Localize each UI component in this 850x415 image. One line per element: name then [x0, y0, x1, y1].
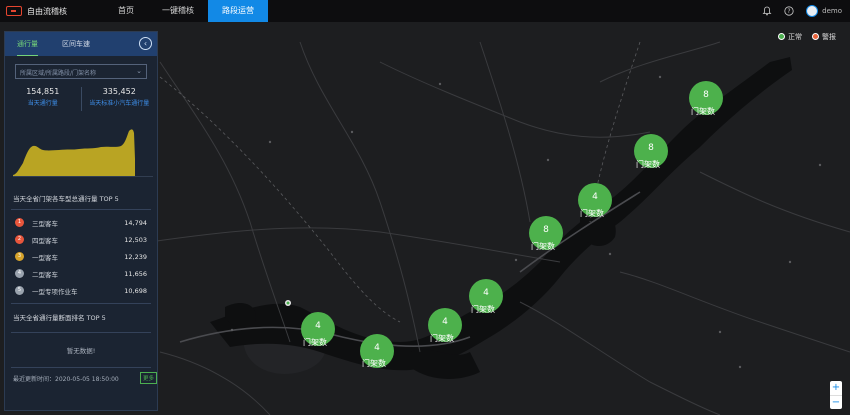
region-select[interactable]: 所属区域/所属路段/门架名称 ⌄	[15, 64, 147, 79]
cluster-label: 门架数	[531, 242, 555, 251]
traffic-area-chart	[13, 129, 153, 177]
cluster-label: 门架数	[636, 160, 660, 169]
stat-value: 154,851	[26, 87, 60, 96]
svg-text:?: ?	[788, 8, 791, 15]
avatar	[806, 5, 819, 17]
main-nav: 首页 一键稽核 路段运营	[104, 0, 268, 22]
vehicle-type-name: 四型客车	[32, 236, 58, 245]
stat-value: 335,452	[102, 87, 136, 96]
app-title: 自由流稽核	[27, 6, 67, 16]
tab-section-speed[interactable]: 区间车速	[62, 32, 90, 56]
cluster-count: 4	[442, 317, 448, 327]
list-item: 2 四型客车 12,503	[11, 231, 151, 248]
more-button[interactable]: 更多	[139, 372, 157, 384]
vehicle-type-name: 一型客车	[32, 253, 58, 262]
nav-item-audit[interactable]: 一键稽核	[148, 0, 208, 22]
vehicle-type-value: 12,239	[124, 252, 147, 261]
tab-traffic-volume[interactable]: 通行量	[17, 32, 38, 56]
collapse-panel-button[interactable]: ‹	[139, 37, 152, 50]
vehicle-type-value: 11,656	[124, 269, 147, 278]
cluster-label: 门架数	[303, 338, 327, 347]
cluster-label: 门架数	[430, 334, 454, 343]
legend-normal-label: 正常	[788, 33, 802, 41]
vehicle-type-name: 三型客车	[32, 219, 58, 228]
vehicle-type-rank-list: 1 三型客车 14,794 2 四型客车 12,503 3 一型客车 12,23…	[11, 209, 151, 299]
section-rank-title: 当天全省通行量断面排名 TOP 5	[13, 314, 106, 322]
list-item: 1 三型客车 14,794	[11, 214, 151, 231]
rank-badge: 1	[15, 218, 24, 227]
cluster-label: 门架数	[580, 209, 604, 218]
cluster-count: 4	[374, 343, 380, 353]
nav-item-home[interactable]: 首页	[104, 0, 148, 22]
traffic-side-panel: 通行量 区间车速 ‹ 所属区域/所属路段/门架名称 ⌄ 154,851 当天通行…	[4, 31, 158, 411]
username: demo	[822, 7, 842, 15]
traffic-stats: 154,851 当天通行量 335,452 当天标准小汽车通行量	[5, 87, 157, 111]
cluster-count: 8	[543, 225, 549, 235]
alarm-dot-icon	[812, 33, 819, 40]
panel-tabs: 通行量 区间车速	[5, 32, 157, 56]
list-item: 3 一型客车 12,239	[11, 248, 151, 265]
stat-label: 当天标准小汽车通行量	[89, 100, 150, 107]
rank-badge: 2	[15, 235, 24, 244]
stat-daily-traffic: 154,851 当天通行量	[5, 87, 81, 111]
region-select-placeholder: 所属区域/所属路段/门架名称	[20, 70, 97, 77]
rank-badge: 5	[15, 286, 24, 295]
vehicle-type-value: 14,794	[124, 218, 147, 227]
cluster-count: 4	[483, 288, 489, 298]
logo-icon	[6, 6, 22, 16]
cluster-label: 门架数	[362, 359, 386, 368]
divider	[11, 303, 151, 304]
zoom-control: + −	[830, 381, 842, 409]
chevron-left-icon: ‹	[143, 39, 148, 48]
top-navigation-bar: 自由流稽核 首页 一键稽核 路段运营 ? demo	[0, 0, 850, 22]
cluster-label: 门架数	[691, 107, 715, 116]
zoom-out-button[interactable]: −	[830, 395, 842, 409]
vehicle-type-value: 10,698	[124, 286, 147, 295]
chevron-down-icon: ⌄	[136, 67, 142, 75]
legend-normal: 正常	[778, 32, 802, 42]
user-menu[interactable]: demo	[806, 5, 842, 17]
vehicle-type-name: 一型专项作业车	[32, 287, 78, 296]
zoom-in-button[interactable]: +	[830, 381, 842, 395]
nav-item-road-operation[interactable]: 路段运营	[208, 0, 268, 22]
last-update-text: 最近更新时间：2020-05-05 18:50:00	[13, 376, 119, 383]
normal-dot-icon	[778, 33, 785, 40]
list-item: 4 二型客车 11,656	[11, 265, 151, 282]
vehicle-type-value: 12,503	[124, 235, 147, 244]
vehicle-type-rank-title: 当天全省门架各车型总通行量 TOP 5	[13, 195, 119, 203]
cluster-count: 4	[315, 321, 321, 331]
stat-label: 当天通行量	[27, 100, 58, 107]
bell-icon[interactable]	[762, 6, 772, 16]
cluster-count: 4	[592, 192, 598, 202]
list-item: 5 一型专项作业车 10,698	[11, 282, 151, 299]
legend-alarm: 警报	[812, 32, 836, 42]
last-update: 最近更新时间：2020-05-05 18:50:00 更多	[13, 372, 157, 384]
help-icon[interactable]: ?	[784, 6, 794, 16]
empty-state: 暂无数据!	[11, 332, 151, 368]
cluster-count: 8	[648, 143, 654, 153]
stat-standard-car-traffic: 335,452 当天标准小汽车通行量	[80, 87, 158, 111]
cluster-count: 8	[703, 90, 709, 100]
rank-badge: 4	[15, 269, 24, 278]
app-logo[interactable]: 自由流稽核	[6, 6, 104, 17]
vehicle-type-name: 二型客车	[32, 270, 58, 279]
rank-badge: 3	[15, 252, 24, 261]
cluster-label: 门架数	[471, 305, 495, 314]
status-legend: 正常 警报	[778, 32, 836, 42]
legend-alarm-label: 警报	[822, 33, 836, 41]
